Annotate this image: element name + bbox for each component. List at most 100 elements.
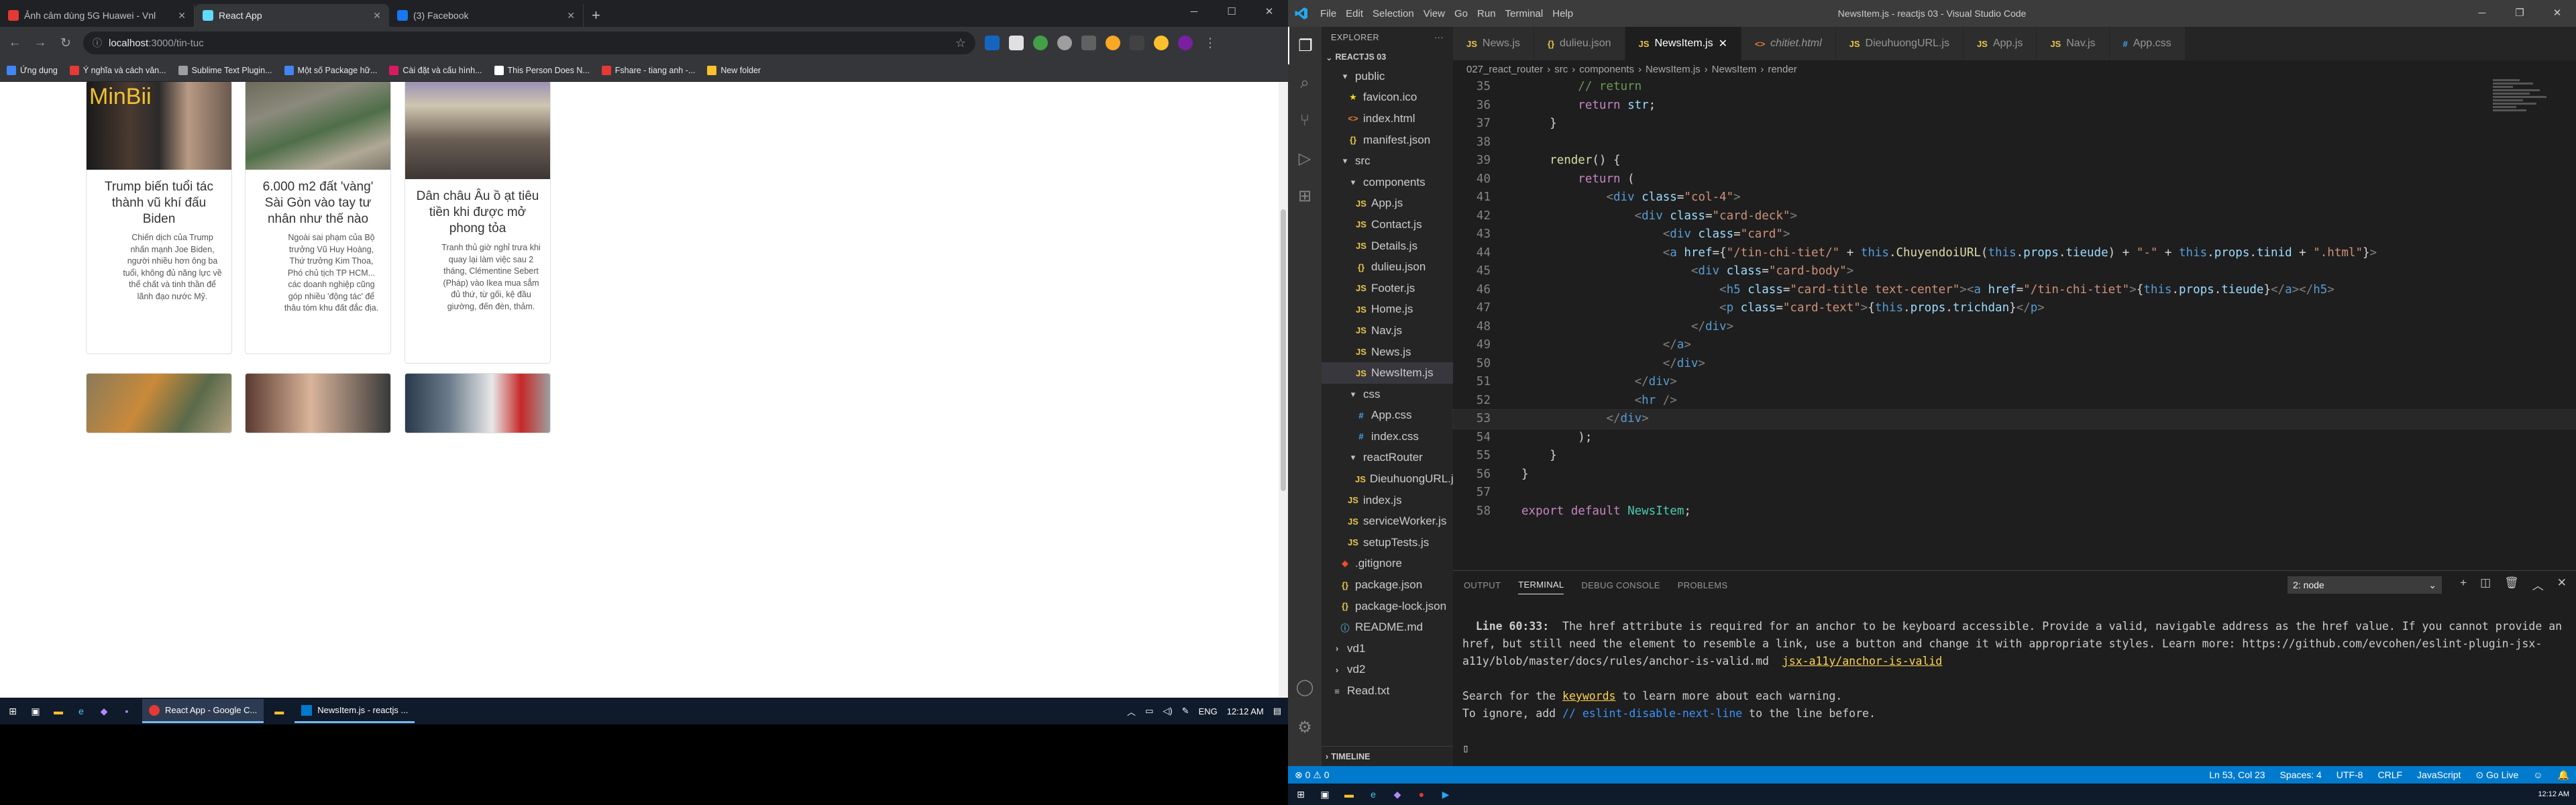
tree-file[interactable]: {} package.json [1322, 574, 1453, 596]
tab-close-icon[interactable]: ✕ [1719, 37, 1727, 50]
tree-file[interactable]: JS Contact.js [1322, 214, 1453, 235]
tree-file[interactable]: {} package-lock.json [1322, 596, 1453, 617]
editor-tab[interactable]: JS App.js [1963, 27, 2037, 60]
notification-icon[interactable]: ▤ [1273, 706, 1281, 716]
explorer-files-icon[interactable]: ❐ [1288, 27, 1322, 64]
breadcrumb-item[interactable]: src [1554, 64, 1568, 75]
news-image-huawei[interactable] [405, 374, 550, 433]
tray-volume-icon[interactable]: ◁) [1163, 706, 1172, 716]
menu-item-go[interactable]: Go [1454, 8, 1468, 19]
code-line[interactable]: 48 </div> [1453, 318, 2576, 337]
windows-start-icon[interactable]: ⊞ [5, 704, 20, 718]
code-line[interactable]: 50 </div> [1453, 355, 2576, 374]
tree-file[interactable]: ≡ Read.txt [1322, 680, 1453, 702]
forward-arrow-icon[interactable]: → [32, 36, 48, 50]
code-line[interactable]: 58 export default NewsItem; [1453, 502, 2576, 521]
feedback-icon[interactable]: ☺ [2533, 769, 2542, 781]
menu-item-selection[interactable]: Selection [1373, 8, 1414, 19]
code-line[interactable]: 56} [1453, 466, 2576, 484]
code-line[interactable]: 46 <h5 class="card-title text-center"><a… [1453, 281, 2576, 300]
code-line[interactable]: 37 } [1453, 115, 2576, 133]
code-line[interactable]: 57 [1453, 484, 2576, 502]
search-icon[interactable]: ⌕ [1288, 64, 1322, 102]
tree-file[interactable]: JS index.js [1322, 490, 1453, 511]
menu-item-run[interactable]: Run [1477, 8, 1496, 19]
menu-item-file[interactable]: File [1320, 8, 1336, 19]
news-image-robot[interactable] [246, 374, 390, 433]
extensions-icon[interactable]: ⊞ [1288, 177, 1322, 215]
menu-item-view[interactable]: View [1424, 8, 1445, 19]
tree-file[interactable]: # index.css [1322, 426, 1453, 447]
tree-file[interactable]: JS Footer.js [1322, 278, 1453, 299]
extension-dark-icon[interactable] [1081, 36, 1096, 50]
bookmark-item[interactable]: New folder [707, 65, 761, 75]
page-scrollbar[interactable] [1279, 82, 1288, 698]
menu-item-help[interactable]: Help [1552, 8, 1573, 19]
extension-page-icon[interactable] [1009, 36, 1024, 50]
menu-item-edit[interactable]: Edit [1346, 8, 1363, 19]
chrome-icon[interactable]: ● [1414, 787, 1429, 802]
maximize-panel-icon[interactable]: ︿ [2532, 576, 2544, 593]
tree-file[interactable]: <> index.html [1322, 108, 1453, 129]
chrome-tab-react-app[interactable]: React App ✕ [195, 4, 389, 27]
close-window-icon[interactable]: ✕ [1250, 0, 1288, 27]
news-image-trump-biden[interactable]: MinBii [87, 82, 231, 170]
task-view-icon[interactable]: ▣ [28, 704, 43, 718]
code-line[interactable]: 40 return ( [1453, 170, 2576, 189]
tree-folder[interactable]: › vd2 [1322, 659, 1453, 681]
extension-gray-icon[interactable] [1057, 36, 1072, 50]
taskbar-vscode-app[interactable]: NewsItem.js - reactjs ... [294, 699, 415, 723]
code-line[interactable]: 47 <p class="card-text">{this.props.tric… [1453, 299, 2576, 318]
editor-tab[interactable]: JS Nav.js [2037, 27, 2110, 60]
reload-icon[interactable]: ↻ [58, 36, 74, 51]
extension-puzzle-icon[interactable] [1130, 36, 1144, 50]
timeline-section[interactable]: › TIMELINE [1322, 746, 1453, 766]
editor-tab[interactable]: # App.css [2109, 27, 2186, 60]
file-explorer-icon[interactable]: ▬ [1342, 787, 1356, 802]
tree-folder[interactable]: › vd1 [1322, 638, 1453, 659]
panel-tab-debug-console[interactable]: DEBUG CONSOLE [1581, 580, 1660, 590]
breadcrumb-item[interactable]: NewsItem.js [1646, 64, 1701, 75]
editor-tab[interactable]: JS News.js [1453, 27, 1534, 60]
visual-studio-icon[interactable]: ◆ [1390, 787, 1405, 802]
breadcrumb-item[interactable]: 027_react_router [1466, 64, 1543, 75]
tree-file[interactable]: JS Details.js [1322, 235, 1453, 257]
line-ending[interactable]: CRLF [2377, 769, 2402, 781]
card-title[interactable]: Trump biến tuổi tác thành vũ khí đấu Bid… [96, 179, 222, 227]
chrome-tab-huawei[interactable]: Ảnh cảm dùng 5G Huawei - Vnl ✕ [0, 4, 195, 27]
tree-file[interactable]: {} manifest.json [1322, 129, 1453, 151]
encoding[interactable]: UTF-8 [2337, 769, 2363, 781]
cursor-position[interactable]: Ln 53, Col 23 [2209, 769, 2265, 781]
news-card[interactable] [405, 373, 551, 433]
bookmark-star-icon[interactable]: ☆ [955, 36, 966, 50]
back-arrow-icon[interactable]: ← [7, 36, 23, 50]
panel-tab-problems[interactable]: PROBLEMS [1678, 580, 1728, 590]
edge-icon[interactable]: e [74, 704, 89, 718]
code-line[interactable]: 45 <div class="card-body"> [1453, 262, 2576, 281]
bookmark-item[interactable]: Ý nghĩa và cách vân... [69, 65, 166, 75]
tree-file[interactable]: JS NewsItem.js [1322, 362, 1453, 384]
tree-file[interactable]: {} dulieu.json [1322, 256, 1453, 278]
more-actions-icon[interactable]: ··· [1434, 33, 1444, 42]
tree-file[interactable]: JS App.js [1322, 193, 1453, 215]
tree-file[interactable]: JS News.js [1322, 341, 1453, 363]
card-title[interactable]: 6.000 m2 đất 'vàng' Sài Gòn vào tay tư n… [255, 179, 381, 227]
profile-avatar-icon[interactable] [1178, 36, 1193, 50]
code-line[interactable]: 36 return str; [1453, 97, 2576, 115]
bell-icon[interactable]: 🔔 [2558, 769, 2569, 781]
bookmark-item[interactable]: Một số Package hữ... [284, 65, 377, 75]
tree-folder[interactable]: ▾ css [1322, 384, 1453, 405]
tab-close-icon[interactable]: ✕ [373, 10, 381, 21]
settings-gear-icon[interactable]: ⚙ [1288, 708, 1322, 746]
news-card[interactable]: Dân châu Âu ồ ạt tiêu tiền khi được mở p… [405, 82, 551, 364]
code-line[interactable]: 53 </div> [1452, 409, 2576, 429]
code-line[interactable]: 38 [1453, 133, 2576, 152]
tab-close-icon[interactable]: ✕ [567, 10, 575, 21]
code-line[interactable]: 35 // return [1453, 78, 2576, 97]
news-card[interactable] [245, 373, 391, 433]
problems-indicator[interactable]: ⊗ 0 ⚠ 0 [1295, 769, 1330, 781]
news-image-saigon-land[interactable] [246, 82, 390, 170]
chrome-tab-facebook[interactable]: (3) Facebook ✕ [389, 4, 584, 27]
run-debug-icon[interactable]: ▷ [1288, 140, 1322, 177]
code-line[interactable]: 39 render() { [1453, 152, 2576, 170]
